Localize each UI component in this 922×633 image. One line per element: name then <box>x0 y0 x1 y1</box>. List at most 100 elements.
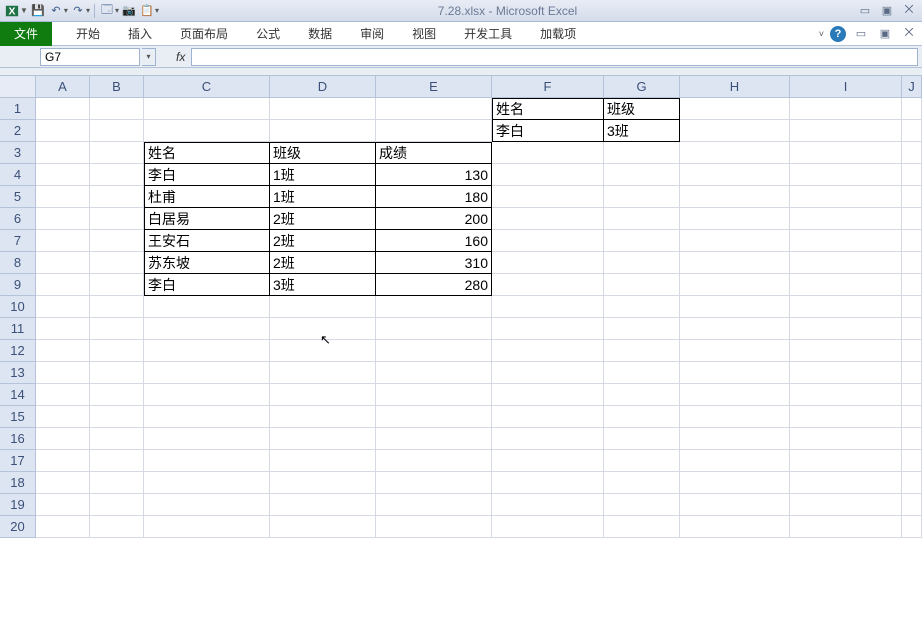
cell-G10[interactable] <box>604 296 680 318</box>
cell-F2[interactable]: 李白 <box>492 120 604 142</box>
col-header-A[interactable]: A <box>36 76 90 98</box>
cell-F19[interactable] <box>492 494 604 516</box>
qa-tool-1-dropdown-icon[interactable]: ▾ <box>115 6 119 15</box>
cell-B18[interactable] <box>90 472 144 494</box>
cell-D8[interactable]: 2班 <box>270 252 376 274</box>
cell-C8[interactable]: 苏东坡 <box>144 252 270 274</box>
cell-I15[interactable] <box>790 406 902 428</box>
name-box-dropdown-icon[interactable]: ▾ <box>142 48 156 66</box>
cell-H7[interactable] <box>680 230 790 252</box>
cell-J6[interactable] <box>902 208 922 230</box>
cell-G1[interactable]: 班级 <box>604 98 680 120</box>
name-box[interactable]: G7 <box>40 48 140 66</box>
cell-E15[interactable] <box>376 406 492 428</box>
cell-I4[interactable] <box>790 164 902 186</box>
cell-C2[interactable] <box>144 120 270 142</box>
row-header-3[interactable]: 3 <box>0 142 36 164</box>
cell-J18[interactable] <box>902 472 922 494</box>
cell-C19[interactable] <box>144 494 270 516</box>
col-header-C[interactable]: C <box>144 76 270 98</box>
cell-J15[interactable] <box>902 406 922 428</box>
cell-I17[interactable] <box>790 450 902 472</box>
row-header-18[interactable]: 18 <box>0 472 36 494</box>
cell-B2[interactable] <box>90 120 144 142</box>
cell-I20[interactable] <box>790 516 902 538</box>
cell-G13[interactable] <box>604 362 680 384</box>
cell-A7[interactable] <box>36 230 90 252</box>
cell-G4[interactable] <box>604 164 680 186</box>
cell-B19[interactable] <box>90 494 144 516</box>
restore-icon[interactable]: ▣ <box>878 4 896 18</box>
cell-B8[interactable] <box>90 252 144 274</box>
cell-B16[interactable] <box>90 428 144 450</box>
cell-G20[interactable] <box>604 516 680 538</box>
cell-C7[interactable]: 王安石 <box>144 230 270 252</box>
row-header-6[interactable]: 6 <box>0 208 36 230</box>
cell-J14[interactable] <box>902 384 922 406</box>
cell-I8[interactable] <box>790 252 902 274</box>
cell-D16[interactable] <box>270 428 376 450</box>
cell-F17[interactable] <box>492 450 604 472</box>
select-all-corner[interactable] <box>0 76 36 98</box>
cell-D14[interactable] <box>270 384 376 406</box>
cell-G7[interactable] <box>604 230 680 252</box>
cell-J5[interactable] <box>902 186 922 208</box>
cell-F18[interactable] <box>492 472 604 494</box>
row-header-1[interactable]: 1 <box>0 98 36 120</box>
cell-I9[interactable] <box>790 274 902 296</box>
cell-C16[interactable] <box>144 428 270 450</box>
cell-H18[interactable] <box>680 472 790 494</box>
row-header-4[interactable]: 4 <box>0 164 36 186</box>
cell-A15[interactable] <box>36 406 90 428</box>
cell-I1[interactable] <box>790 98 902 120</box>
row-header-20[interactable]: 20 <box>0 516 36 538</box>
cell-G19[interactable] <box>604 494 680 516</box>
cell-E9[interactable]: 280 <box>376 274 492 296</box>
row-header-5[interactable]: 5 <box>0 186 36 208</box>
cell-D3[interactable]: 班级 <box>270 142 376 164</box>
cell-A5[interactable] <box>36 186 90 208</box>
formula-bar[interactable] <box>191 48 918 66</box>
cell-F4[interactable] <box>492 164 604 186</box>
cell-E10[interactable] <box>376 296 492 318</box>
cell-B9[interactable] <box>90 274 144 296</box>
cell-A10[interactable] <box>36 296 90 318</box>
cell-E16[interactable] <box>376 428 492 450</box>
cell-E17[interactable] <box>376 450 492 472</box>
row-header-12[interactable]: 12 <box>0 340 36 362</box>
cell-E1[interactable] <box>376 98 492 120</box>
cell-F3[interactable] <box>492 142 604 164</box>
row-header-8[interactable]: 8 <box>0 252 36 274</box>
cell-F13[interactable] <box>492 362 604 384</box>
cell-F16[interactable] <box>492 428 604 450</box>
cell-C10[interactable] <box>144 296 270 318</box>
workbook-minimize-icon[interactable]: ▭ <box>852 27 870 41</box>
cell-I13[interactable] <box>790 362 902 384</box>
cell-D4[interactable]: 1班 <box>270 164 376 186</box>
cell-D19[interactable] <box>270 494 376 516</box>
cell-C13[interactable] <box>144 362 270 384</box>
cell-H3[interactable] <box>680 142 790 164</box>
cell-J9[interactable] <box>902 274 922 296</box>
cell-F10[interactable] <box>492 296 604 318</box>
cell-A18[interactable] <box>36 472 90 494</box>
cell-H10[interactable] <box>680 296 790 318</box>
row-header-2[interactable]: 2 <box>0 120 36 142</box>
cell-B4[interactable] <box>90 164 144 186</box>
cell-A8[interactable] <box>36 252 90 274</box>
row-header-14[interactable]: 14 <box>0 384 36 406</box>
ribbon-minimize-icon[interactable]: ˅ <box>819 29 824 39</box>
cell-C20[interactable] <box>144 516 270 538</box>
cell-B17[interactable] <box>90 450 144 472</box>
cell-C9[interactable]: 李白 <box>144 274 270 296</box>
cell-E5[interactable]: 180 <box>376 186 492 208</box>
cell-F5[interactable] <box>492 186 604 208</box>
tab-addins[interactable]: 加载项 <box>526 22 590 46</box>
col-header-I[interactable]: I <box>790 76 902 98</box>
cell-J13[interactable] <box>902 362 922 384</box>
cell-G9[interactable] <box>604 274 680 296</box>
cell-I5[interactable] <box>790 186 902 208</box>
cell-D15[interactable] <box>270 406 376 428</box>
cell-G5[interactable] <box>604 186 680 208</box>
cell-G8[interactable] <box>604 252 680 274</box>
